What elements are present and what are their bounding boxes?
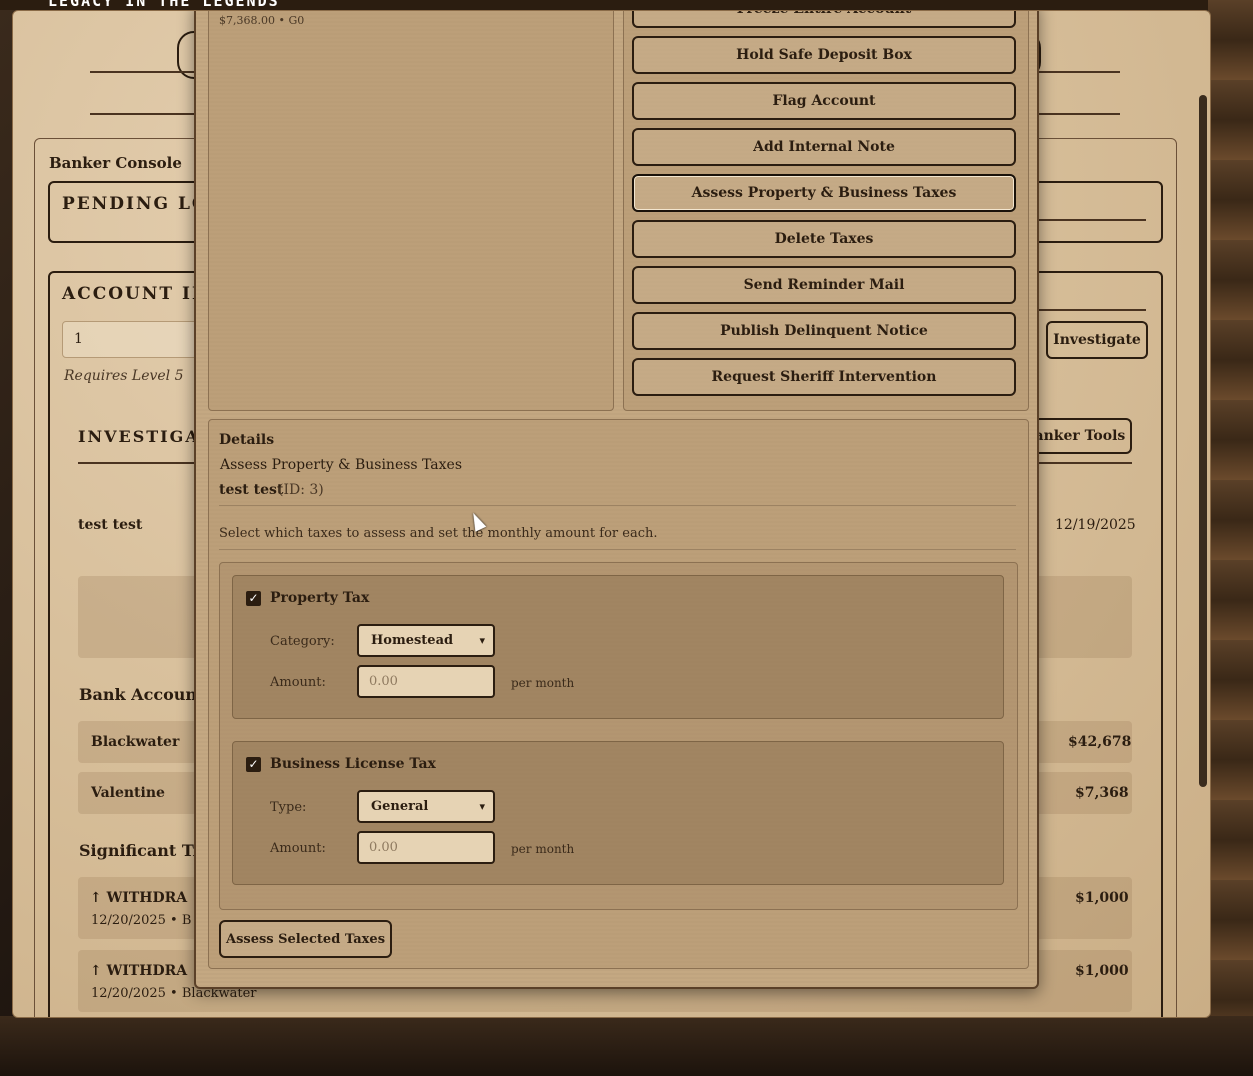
chevron-down-icon: ▾ xyxy=(479,634,485,647)
business-amount-placeholder: 0.00 xyxy=(369,840,398,855)
business-tax-label: Business License Tax xyxy=(270,756,436,772)
property-category-label: Category: xyxy=(270,634,335,649)
property-per-month: per month xyxy=(511,676,575,690)
business-type-value: General xyxy=(371,799,429,814)
details-instructions: Select which taxes to assess and set the… xyxy=(219,526,658,541)
send-reminder-mail-button[interactable]: Send Reminder Mail xyxy=(632,266,1016,304)
property-tax-checkbox[interactable]: ✓ xyxy=(246,591,261,606)
details-action-title: Assess Property & Business Taxes xyxy=(220,457,463,473)
business-tax-block: ✓ Business License Tax Type: General ▾ A… xyxy=(232,741,1004,885)
modal-overlay: $7,368.00 • G0 Freeze Entire Account Hol… xyxy=(13,11,1210,1017)
property-amount-input[interactable]: 0.00 xyxy=(357,665,495,698)
publish-delinquent-notice-button[interactable]: Publish Delinquent Notice xyxy=(632,312,1016,350)
assess-taxes-button[interactable]: Assess Property & Business Taxes xyxy=(632,174,1016,212)
property-tax-block: ✓ Property Tax Category: Homestead ▾ Amo… xyxy=(232,575,1004,719)
business-amount-input[interactable]: 0.00 xyxy=(357,831,495,864)
assess-selected-taxes-button[interactable]: Assess Selected Taxes xyxy=(219,920,392,958)
banker-window: Banker Console PENDING LO ACCOUNT IN 1 I… xyxy=(12,10,1211,1018)
delete-taxes-button[interactable]: Delete Taxes xyxy=(632,220,1016,258)
flag-account-button[interactable]: Flag Account xyxy=(632,82,1016,120)
details-customer-name: test test xyxy=(219,482,284,498)
business-type-select[interactable]: General ▾ xyxy=(357,790,495,823)
account-list-panel: $7,368.00 • G0 xyxy=(208,11,614,411)
details-divider-2 xyxy=(219,549,1016,550)
details-heading: Details xyxy=(219,432,275,448)
details-panel: Details Assess Property & Business Taxes… xyxy=(208,419,1029,969)
background-wall xyxy=(1208,0,1253,1076)
business-per-month: per month xyxy=(511,842,575,856)
actions-panel: Freeze Entire Account Hold Safe Deposit … xyxy=(623,11,1029,411)
business-amount-label: Amount: xyxy=(270,841,326,856)
property-amount-placeholder: 0.00 xyxy=(369,674,398,689)
property-category-select[interactable]: Homestead ▾ xyxy=(357,624,495,657)
business-tax-checkbox[interactable]: ✓ xyxy=(246,757,261,772)
chevron-down-icon: ▾ xyxy=(479,800,485,813)
hold-safe-deposit-button[interactable]: Hold Safe Deposit Box xyxy=(632,36,1016,74)
background-title: LEGACY IN THE LEGENDS xyxy=(48,0,280,10)
details-customer-id: (ID: 3) xyxy=(278,482,324,498)
details-divider-1 xyxy=(219,505,1016,506)
request-sheriff-button[interactable]: Request Sheriff Intervention xyxy=(632,358,1016,396)
background-floor xyxy=(0,1016,1253,1076)
banker-tools-modal: $7,368.00 • G0 Freeze Entire Account Hol… xyxy=(194,11,1039,989)
property-tax-label: Property Tax xyxy=(270,590,370,606)
tax-options-container: ✓ Property Tax Category: Homestead ▾ Amo… xyxy=(219,562,1018,910)
business-type-label: Type: xyxy=(270,800,307,815)
account-list-partial: $7,368.00 • G0 xyxy=(219,14,305,27)
property-amount-label: Amount: xyxy=(270,675,326,690)
freeze-account-button[interactable]: Freeze Entire Account xyxy=(632,11,1016,28)
add-internal-note-button[interactable]: Add Internal Note xyxy=(632,128,1016,166)
property-category-value: Homestead xyxy=(371,633,454,648)
